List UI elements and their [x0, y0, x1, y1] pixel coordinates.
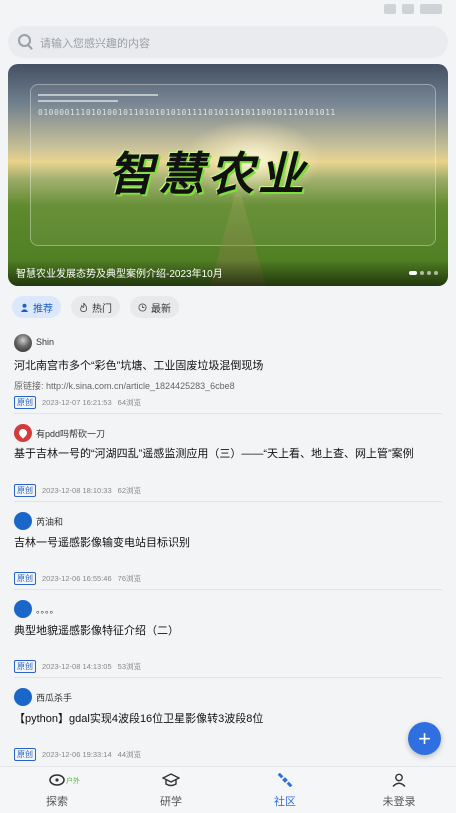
add-post-button[interactable]: + [408, 722, 441, 755]
nav-community[interactable]: 社区 [228, 767, 342, 813]
search-bar[interactable]: 请输入您感兴趣的内容 [8, 26, 448, 58]
tab-label: 热门 [92, 303, 112, 315]
post-views: 62浏览 [117, 486, 141, 495]
post-meta: 原创 2023-12-08 14:13:05 53浏览 [14, 660, 141, 673]
wifi-icon [384, 4, 396, 14]
post-meta: 原创 2023-12-06 19:33:14 44浏览 [14, 748, 141, 761]
explore-icon [49, 774, 65, 786]
original-badge: 原创 [14, 484, 36, 497]
banner-caption: 智慧农业发展态势及典型案例介绍-2023年10月 [16, 269, 223, 280]
nav-explore[interactable]: 户外 探索 [0, 767, 114, 813]
original-badge: 原创 [14, 748, 36, 761]
battery-icon [420, 4, 442, 14]
nav-label: 探索 [46, 796, 68, 808]
post-time: 2023-12-07 16:21:53 [42, 398, 112, 407]
post-author: 。。。。 [36, 605, 59, 615]
post-item[interactable]: 有pdd吗帮砍一刀 基于吉林一号的“河湖四乱”遥感监测应用（三）——“天上看、地… [14, 424, 442, 500]
post-item[interactable]: 芮油和 吉林一号遥感影像输变电站目标识别 原创 2023-12-06 16:55… [14, 512, 442, 588]
original-badge: 原创 [14, 396, 36, 409]
user-icon [392, 773, 406, 787]
divider [14, 413, 442, 414]
plus-icon: + [418, 725, 431, 751]
carousel-dot [409, 271, 417, 275]
bottom-nav: 户外 探索 研学 社区 未登录 [0, 766, 456, 813]
original-badge: 原创 [14, 572, 36, 585]
post-title[interactable]: 【python】gdal实现4波段16位卫星影像转3波段8位 [14, 711, 434, 727]
post-author: 西瓜杀手 [36, 693, 73, 703]
post-item[interactable]: 西瓜杀手 【python】gdal实现4波段16位卫星影像转3波段8位 原创 2… [14, 688, 442, 764]
divider [14, 501, 442, 502]
satellite-icon [277, 773, 293, 787]
avatar[interactable] [14, 334, 32, 352]
post-meta: 原创 2023-12-06 16:55:46 76浏览 [14, 572, 141, 585]
nav-label: 社区 [274, 796, 296, 808]
post-title[interactable]: 吉林一号遥感影像输变电站目标识别 [14, 535, 434, 551]
graduation-cap-icon [162, 773, 180, 787]
post-views: 53浏览 [117, 662, 141, 671]
post-title[interactable]: 基于吉林一号的“河湖四乱”遥感监测应用（三）——“天上看、地上查、网上管”案例 [14, 446, 434, 462]
post-time: 2023-12-06 19:33:14 [42, 750, 112, 759]
divider [14, 677, 442, 678]
post-title[interactable]: 河北南宫市多个“彩色”坑塘、工业固废垃圾混倒现场 [14, 358, 434, 374]
banner-headline: 智慧农业 [108, 148, 308, 200]
banner-carousel[interactable]: 0100001110101001011010101010111101011010… [8, 64, 448, 286]
search-icon [18, 34, 31, 47]
post-author: Shin [36, 337, 55, 347]
signal-icon [402, 4, 414, 14]
post-author: 有pdd吗帮砍一刀 [36, 429, 106, 439]
post-author: 芮油和 [36, 517, 64, 527]
post-item[interactable]: Shin 河北南宫市多个“彩色”坑塘、工业固废垃圾混倒现场 原链接: http:… [14, 334, 442, 410]
banner-binary-text: 0100001110101001011010101010111101011010… [38, 108, 336, 117]
post-item[interactable]: 。。。。 典型地貌遥感影像特征介绍（二） 原创 2023-12-08 14:13… [14, 600, 442, 676]
post-meta: 原创 2023-12-07 16:21:53 64浏览 [14, 396, 141, 409]
outdoor-badge: 户外 [66, 778, 80, 785]
feed-tabs: 推荐 热门 最新 [12, 296, 179, 318]
post-time: 2023-12-08 18:10:33 [42, 486, 112, 495]
banner-deco-line [38, 100, 118, 102]
avatar[interactable] [14, 512, 32, 530]
post-views: 44浏览 [117, 750, 141, 759]
post-views: 76浏览 [117, 574, 141, 583]
clock-icon [138, 302, 147, 312]
nav-profile[interactable]: 未登录 [342, 767, 456, 813]
flame-icon [80, 302, 87, 312]
carousel-indicator [409, 271, 438, 275]
person-icon [20, 303, 29, 312]
post-meta: 原创 2023-12-08 18:10:33 62浏览 [14, 484, 141, 497]
carousel-dot [420, 271, 424, 275]
status-bar [0, 0, 456, 22]
divider [14, 589, 442, 590]
nav-study[interactable]: 研学 [114, 767, 228, 813]
nav-label: 未登录 [382, 796, 416, 808]
tab-hot[interactable]: 热门 [71, 296, 120, 318]
avatar[interactable] [14, 600, 32, 618]
tab-recommend[interactable]: 推荐 [12, 296, 61, 318]
banner-deco-line [38, 94, 158, 96]
tab-label: 推荐 [33, 303, 53, 315]
tab-label: 最新 [151, 303, 171, 315]
avatar[interactable] [14, 688, 32, 706]
avatar[interactable] [14, 424, 32, 442]
post-views: 64浏览 [117, 398, 141, 407]
search-placeholder: 请输入您感兴趣的内容 [40, 38, 150, 50]
tab-latest[interactable]: 最新 [130, 296, 179, 318]
post-title[interactable]: 典型地貌遥感影像特征介绍（二） [14, 623, 434, 639]
original-badge: 原创 [14, 660, 36, 673]
post-time: 2023-12-06 16:55:46 [42, 574, 112, 583]
carousel-dot [434, 271, 438, 275]
carousel-dot [427, 271, 431, 275]
post-source-link[interactable]: 原链接: http://k.sina.com.cn/article_182442… [14, 379, 235, 392]
nav-label: 研学 [160, 796, 182, 808]
post-time: 2023-12-08 14:13:05 [42, 662, 112, 671]
